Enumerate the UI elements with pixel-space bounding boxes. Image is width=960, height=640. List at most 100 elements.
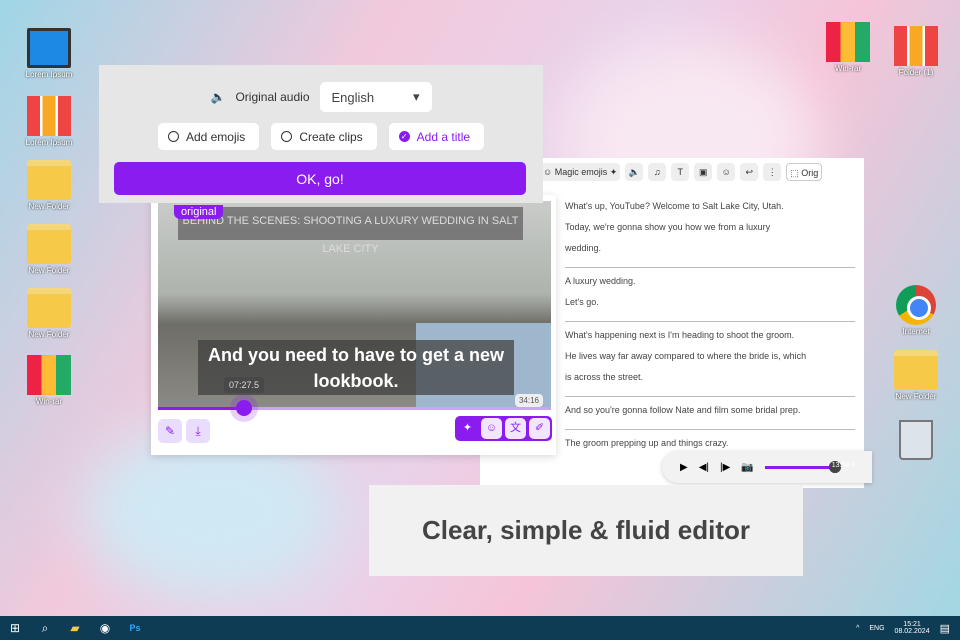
- language-indicator[interactable]: ENG: [869, 625, 884, 632]
- transcript-toolbar: ☺ Magic emojis ✦ 🔈 ♫ T ▣ ☺ ↩ ⋮ ⬚ Orig: [540, 160, 864, 184]
- music-icon[interactable]: ♫: [648, 163, 667, 181]
- mini-player: ▶ ◀| |▶ 📷 13:58.9: [662, 451, 872, 483]
- more-icon[interactable]: ⋮: [763, 163, 782, 181]
- folder-icon: [27, 160, 71, 200]
- folder-icon: [27, 288, 71, 328]
- divider: [565, 267, 855, 268]
- desktop-icon-binders[interactable]: Folder (1): [884, 26, 948, 77]
- divider: [565, 396, 855, 397]
- desktop-icon-label: New Folder: [28, 330, 70, 339]
- duration: 34:16: [514, 394, 543, 407]
- video-panel: original BEHIND THE SCENES: SHOOTING A L…: [151, 195, 556, 455]
- photoshop-icon[interactable]: Ps: [120, 623, 150, 633]
- desktop-icon-recycle-bin[interactable]: [884, 420, 948, 462]
- transcript-line[interactable]: What's happening next is I'm heading to …: [565, 325, 855, 346]
- notes-icon[interactable]: ✐: [529, 418, 550, 439]
- divider: [565, 429, 855, 430]
- player-slider[interactable]: 13:58.9: [764, 460, 855, 473]
- desktop-icon-label: Folder (1): [898, 68, 934, 77]
- folder-icon: [894, 350, 938, 390]
- radio-icon: [167, 131, 179, 142]
- magic-emojis-button[interactable]: ☺ Magic emojis ✦: [540, 163, 621, 181]
- download-icon: ⤓: [195, 424, 201, 438]
- divider: [565, 321, 855, 322]
- desktop-icon-folder[interactable]: New Folder: [17, 224, 81, 275]
- promo-caption: Clear, simple & fluid editor: [369, 485, 803, 576]
- clock[interactable]: 15:21 08.02.2024: [895, 621, 930, 635]
- folder-icon: [27, 224, 71, 264]
- tray-chevron-icon[interactable]: ^: [856, 625, 859, 632]
- edit-button[interactable]: ✎: [158, 419, 182, 443]
- windows-start-icon[interactable]: ⊞: [0, 621, 30, 635]
- pencil-icon: ✎: [164, 424, 176, 438]
- transcript-line[interactable]: He lives way far away compared to where …: [565, 346, 855, 367]
- add-emojis-option[interactable]: Add emojis: [157, 123, 260, 150]
- create-clips-option[interactable]: Create clips: [271, 123, 377, 150]
- original-label: Orig: [801, 168, 819, 178]
- transcript-line[interactable]: Today, we're gonna show you how we from …: [565, 217, 855, 238]
- original-audio-label: Original audio: [235, 90, 310, 104]
- volume-icon[interactable]: 🔈: [625, 163, 644, 181]
- taskbar: ⊞ ⌕ ▰ ◉ Ps ^ ENG 15:21 08.02.2024 ▤: [0, 616, 960, 640]
- clock-time: 15:21: [903, 621, 921, 628]
- chevron-down-icon: ▾: [412, 89, 420, 104]
- language-select[interactable]: English ▾: [319, 82, 432, 112]
- notifications-icon[interactable]: ▤: [940, 622, 950, 635]
- chrome-icon[interactable]: ◉: [90, 621, 120, 635]
- desktop-icon-folder[interactable]: New Folder: [17, 288, 81, 339]
- text-icon[interactable]: T: [671, 163, 690, 181]
- prev-frame-icon[interactable]: ◀|: [699, 462, 709, 473]
- desktop-icon-label: New Folder: [28, 266, 70, 275]
- transcript-line[interactable]: is across the street.: [565, 367, 855, 388]
- desktop-icon-label: Win-rar: [834, 64, 862, 73]
- video-frame[interactable]: original BEHIND THE SCENES: SHOOTING A L…: [158, 201, 551, 407]
- player-time: 13:58.9: [828, 460, 855, 473]
- option-label: Create clips: [299, 129, 363, 144]
- desktop-icon-label: New Folder: [28, 202, 70, 211]
- desktop-icon-label: Lorem Ipsum: [25, 70, 73, 79]
- chrome-icon: [896, 285, 936, 325]
- emoji-icon[interactable]: ☺: [481, 418, 502, 439]
- transcript-line[interactable]: What's up, YouTube? Welcome to Salt Lake…: [565, 196, 855, 217]
- check-icon: ✓: [398, 131, 410, 142]
- current-time: 07:27.5: [224, 377, 265, 393]
- transcript-line[interactable]: And so you're gonna follow Nate and film…: [565, 400, 855, 421]
- emoji-icon[interactable]: ☺: [717, 163, 736, 181]
- next-frame-icon[interactable]: |▶: [720, 462, 730, 473]
- desktop-icon-computer[interactable]: Lorem Ipsum: [17, 28, 81, 79]
- search-icon[interactable]: ⌕: [30, 621, 60, 636]
- original-button[interactable]: ⬚ Orig: [786, 163, 823, 181]
- desktop-icon-label: Lorem Ipsum: [25, 138, 73, 147]
- progress-bar[interactable]: [158, 400, 551, 416]
- computer-icon: [27, 28, 71, 68]
- transcript-line[interactable]: A luxury wedding.: [565, 271, 855, 292]
- clock-date: 08.02.2024: [894, 628, 930, 635]
- desktop-icon-folder[interactable]: New Folder: [17, 160, 81, 211]
- progress-handle[interactable]: [236, 400, 253, 416]
- translate-icon[interactable]: 文: [505, 418, 526, 439]
- sparkle-icon[interactable]: ✦: [457, 418, 478, 439]
- add-title-option[interactable]: ✓ Add a title: [388, 123, 485, 150]
- image-icon[interactable]: ▣: [694, 163, 713, 181]
- desktop-icon-winrar[interactable]: Win-rar: [17, 355, 81, 406]
- camera-icon[interactable]: 📷: [741, 462, 753, 473]
- desktop-icon-winrar[interactable]: Win-rar: [816, 22, 880, 73]
- language-value: English: [331, 89, 375, 105]
- binders-icon: [27, 96, 71, 136]
- desktop-icon-binders[interactable]: Lorem Ipsum: [17, 96, 81, 147]
- play-icon[interactable]: ▶: [680, 462, 688, 473]
- option-label: Add emojis: [185, 129, 246, 144]
- desktop-icon-chrome[interactable]: Internet: [884, 285, 948, 336]
- download-button[interactable]: ⤓: [186, 419, 210, 443]
- ai-tools: ✦ ☺ 文 ✐: [455, 416, 552, 441]
- transcript-line[interactable]: Let's go.: [565, 292, 855, 313]
- transcript-lines: What's up, YouTube? Welcome to Salt Lake…: [565, 196, 855, 454]
- file-explorer-icon[interactable]: ▰: [60, 621, 90, 635]
- ok-go-button[interactable]: OK, go!: [114, 162, 526, 195]
- desktop-icon-folder[interactable]: New Folder: [884, 350, 948, 401]
- transcript-line[interactable]: wedding.: [565, 238, 855, 259]
- binders-icon: [894, 26, 938, 66]
- recycle-bin-icon: [899, 420, 933, 460]
- undo-icon[interactable]: ↩: [740, 163, 759, 181]
- radio-icon: [281, 131, 293, 142]
